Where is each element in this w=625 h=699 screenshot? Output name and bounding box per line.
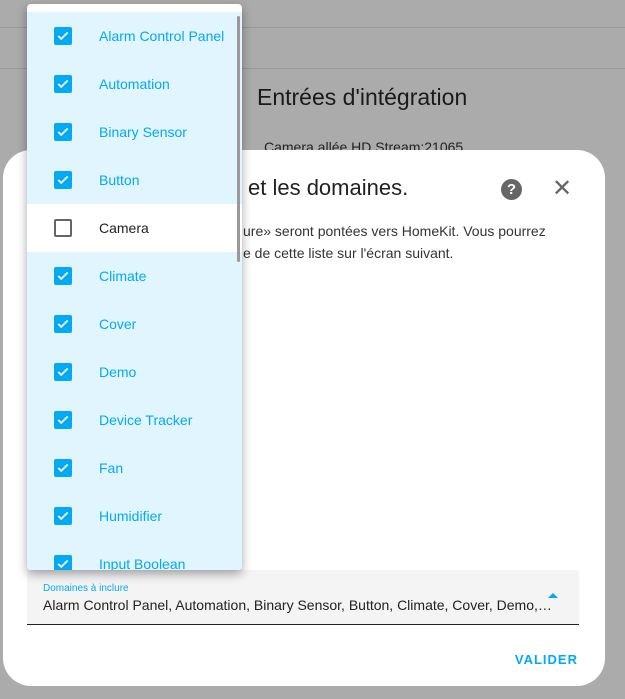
menu-item-label: Alarm Control Panel	[99, 28, 225, 44]
menu-item[interactable]: Camera	[27, 204, 242, 252]
scrollbar[interactable]	[237, 16, 240, 262]
menu-item[interactable]: Fan	[27, 444, 242, 492]
dialog-description: ure» seront pontées vers HomeKit. Vous p…	[243, 223, 546, 239]
menu-item-label: Demo	[99, 364, 137, 380]
menu-item-label: Device Tracker	[99, 412, 193, 428]
checkbox-checked-icon[interactable]	[54, 171, 72, 189]
checkbox-checked-icon[interactable]	[54, 315, 72, 333]
menu-item[interactable]: Humidifier	[27, 492, 242, 540]
caret-up-icon[interactable]	[548, 593, 558, 598]
menu-item[interactable]: Binary Sensor	[27, 108, 242, 156]
menu-item[interactable]: Device Tracker	[27, 396, 242, 444]
checkbox-checked-icon[interactable]	[54, 267, 72, 285]
submit-button[interactable]: VALIDER	[515, 652, 578, 667]
checkbox-unchecked-icon[interactable]	[54, 219, 72, 237]
menu-item[interactable]: Automation	[27, 60, 242, 108]
close-icon[interactable]: ✕	[552, 176, 572, 202]
checkbox-checked-icon[interactable]	[54, 75, 72, 93]
field-label: Domaines à inclure	[43, 583, 129, 594]
menu-item[interactable]: Input Boolean	[27, 540, 242, 570]
domains-select[interactable]: Domaines à inclure Alarm Control Panel, …	[27, 570, 579, 625]
help-icon[interactable]: ?	[501, 179, 522, 200]
menu-item[interactable]: Cover	[27, 300, 242, 348]
checkbox-checked-icon[interactable]	[54, 27, 72, 45]
checkbox-checked-icon[interactable]	[54, 411, 72, 429]
menu-item-label: Input Boolean	[99, 556, 186, 570]
menu-item-label: Automation	[99, 76, 170, 92]
checkbox-checked-icon[interactable]	[54, 507, 72, 525]
menu-item[interactable]: Climate	[27, 252, 242, 300]
checkbox-checked-icon[interactable]	[54, 123, 72, 141]
field-value: Alarm Control Panel, Automation, Binary …	[43, 597, 555, 613]
checkbox-checked-icon[interactable]	[54, 555, 72, 570]
dialog-description: e de cette liste sur l'écran suivant.	[243, 245, 454, 261]
menu-item[interactable]: Demo	[27, 348, 242, 396]
menu-item-label: Button	[99, 172, 140, 188]
menu-item-label: Cover	[99, 316, 137, 332]
menu-item-label: Climate	[99, 268, 147, 284]
menu-item-label: Fan	[99, 460, 124, 476]
menu-item[interactable]: Button	[27, 156, 242, 204]
checkbox-checked-icon[interactable]	[54, 363, 72, 381]
menu-item-label: Humidifier	[99, 508, 163, 524]
menu-item[interactable]: Alarm Control Panel	[27, 12, 242, 60]
dialog-title: et les domaines.	[248, 175, 409, 200]
domains-menu: Alarm Control Panel Automation Binary Sens…	[27, 4, 242, 570]
menu-item-label: Camera	[99, 220, 149, 236]
checkbox-checked-icon[interactable]	[54, 459, 72, 477]
menu-item-label: Binary Sensor	[99, 124, 187, 140]
background-page-title: Entrées d'intégration	[257, 84, 468, 110]
